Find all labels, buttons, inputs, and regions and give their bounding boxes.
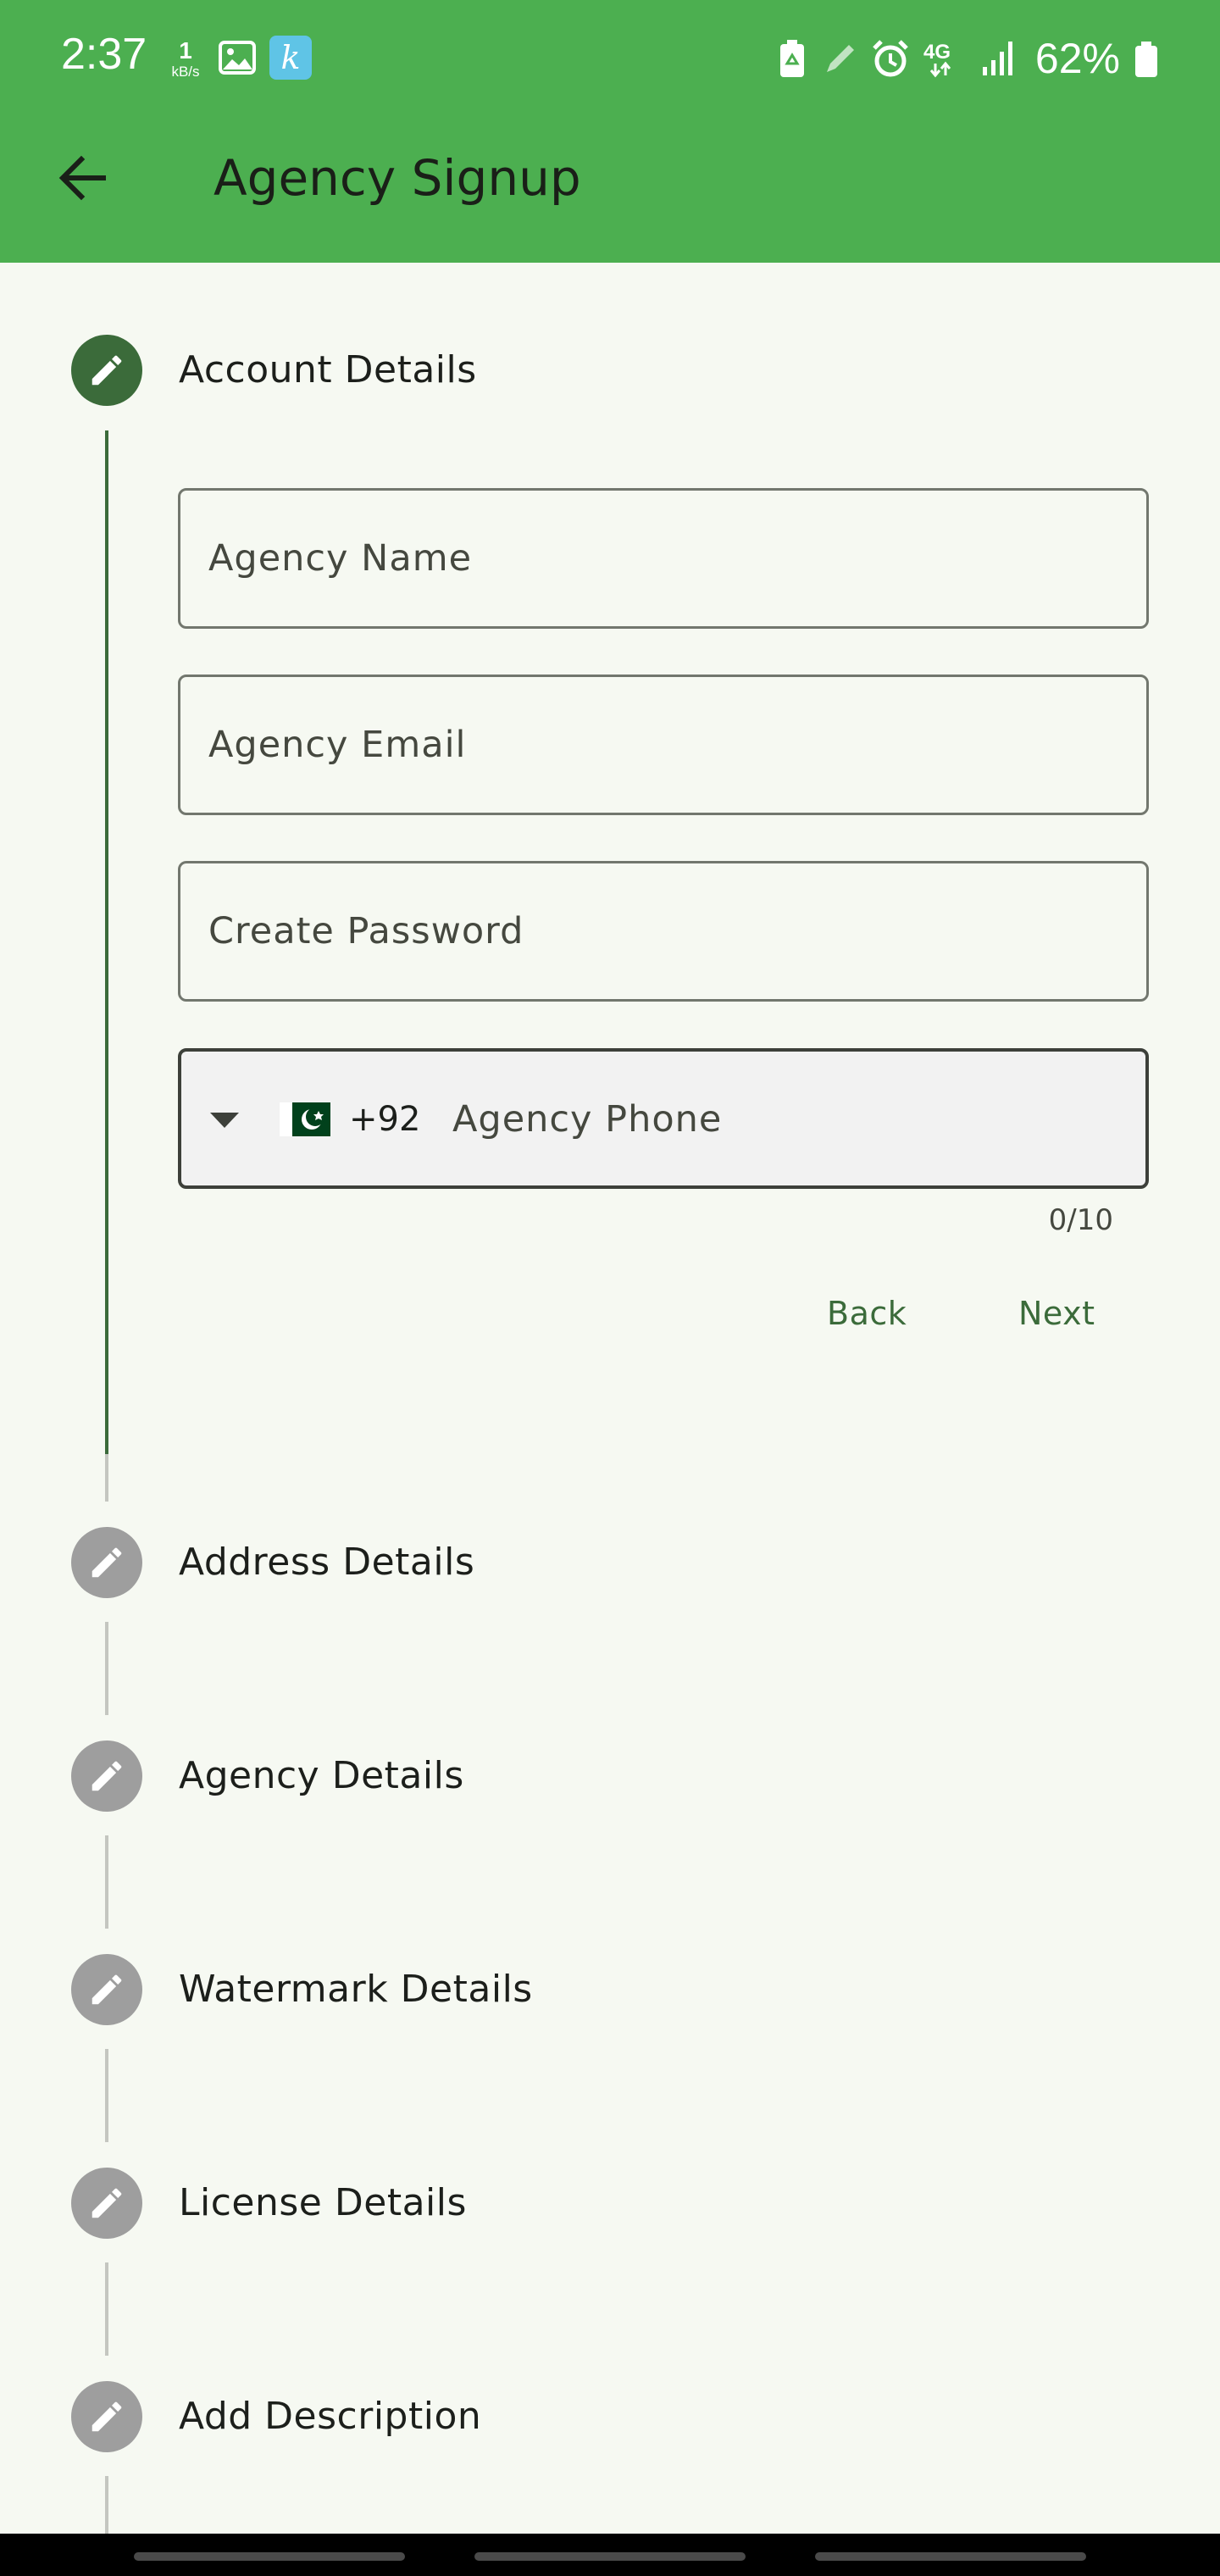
edit-icon <box>92 1974 122 2005</box>
step-label-add-description[interactable]: Add Description <box>179 2391 481 2442</box>
back-arrow-icon[interactable] <box>53 147 114 208</box>
alarm-icon <box>873 40 908 77</box>
edit-icon <box>92 1547 122 1578</box>
step-indicator-add-description[interactable] <box>71 2381 142 2452</box>
step-connector-active <box>105 430 108 1454</box>
page-title: Agency Signup <box>214 149 581 207</box>
app-notification-icon: k <box>269 36 312 80</box>
step-connector <box>105 2049 108 2142</box>
network-speed-value: 1 <box>179 37 192 64</box>
pakistan-flag-icon[interactable] <box>280 1099 330 1140</box>
battery-percent: 62% <box>1034 35 1120 82</box>
svg-text:4G: 4G <box>923 41 951 64</box>
dial-code: +92 <box>349 1100 421 1139</box>
agency-email-field[interactable] <box>178 675 1149 815</box>
gallery-icon <box>219 41 256 75</box>
country-dropdown-icon[interactable] <box>207 1104 242 1135</box>
agency-name-field[interactable] <box>178 488 1149 629</box>
nav-handle-right[interactable] <box>815 2552 1086 2561</box>
app-bar <box>0 119 1220 263</box>
next-button[interactable]: Next <box>1005 1286 1109 1341</box>
edit-icon <box>92 2401 122 2432</box>
create-password-field[interactable] <box>178 861 1149 1002</box>
step-indicator-account-details[interactable] <box>71 335 142 406</box>
edit-icon <box>92 355 122 386</box>
agency-email-input[interactable] <box>180 677 1146 813</box>
edit-icon <box>92 2188 122 2218</box>
battery-icon <box>1135 42 1157 77</box>
nav-handle-left[interactable] <box>134 2552 405 2561</box>
step-indicator-agency-details[interactable] <box>71 1740 142 1812</box>
network-speed-unit: kB/s <box>171 64 200 80</box>
step-indicator-watermark-details[interactable] <box>71 1954 142 2025</box>
step-label-account-details[interactable]: Account Details <box>179 345 477 396</box>
step-indicator-address-details[interactable] <box>71 1527 142 1598</box>
step-connector <box>105 1835 108 1929</box>
network-4g-icon: 4G <box>923 41 951 78</box>
step-connector <box>105 1454 108 1502</box>
create-password-input[interactable] <box>180 863 1146 999</box>
pen-icon <box>826 45 854 72</box>
step-label-watermark-details[interactable]: Watermark Details <box>179 1964 533 2015</box>
status-time: 2:37 <box>61 30 147 79</box>
step-indicator-license-details[interactable] <box>71 2168 142 2239</box>
phone-char-counter: 0/10 <box>1048 1203 1113 1237</box>
status-bar: 2:37 1 kB/s k 4G 62% <box>0 0 1220 119</box>
nav-handle-center[interactable] <box>474 2552 746 2561</box>
step-connector <box>105 2262 108 2356</box>
agency-name-input[interactable] <box>180 491 1146 626</box>
signal-icon <box>982 42 1012 75</box>
status-icons: 4G 62% <box>778 31 1159 86</box>
step-connector <box>105 2476 108 2534</box>
step-label-agency-details[interactable]: Agency Details <box>179 1751 464 1802</box>
battery-saver-icon <box>779 40 804 77</box>
step-label-address-details[interactable]: Address Details <box>179 1537 474 1588</box>
step-connector <box>105 1622 108 1715</box>
network-speed: 1 kB/s <box>166 37 205 80</box>
agency-phone-field[interactable]: +92 <box>178 1048 1149 1189</box>
back-button[interactable]: Back <box>813 1286 920 1341</box>
system-nav-bar <box>0 2534 1220 2576</box>
edit-icon <box>92 1761 122 1791</box>
agency-phone-input[interactable] <box>435 1077 1130 1162</box>
step-label-license-details[interactable]: License Details <box>179 2178 467 2229</box>
